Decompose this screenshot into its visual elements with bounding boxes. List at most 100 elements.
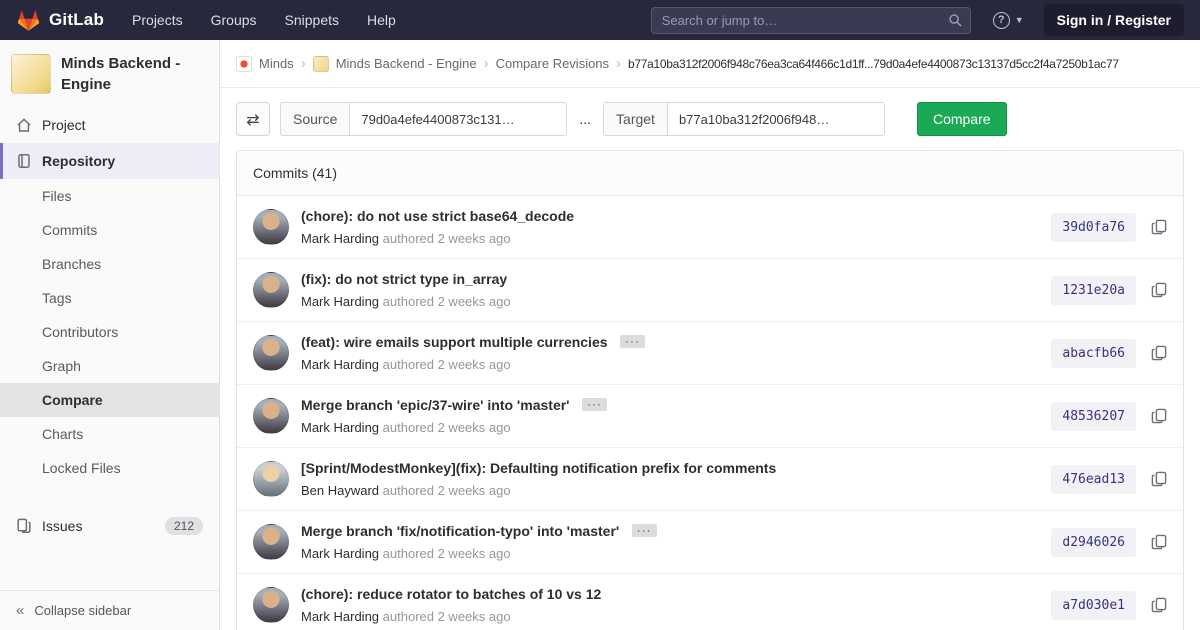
commit-expand-toggle[interactable]: ··· — [632, 524, 657, 537]
author-avatar — [253, 587, 289, 623]
nav-snippets-link[interactable]: Snippets — [285, 12, 339, 28]
search-input[interactable] — [651, 7, 971, 34]
target-label: Target — [603, 102, 667, 136]
sidebar-item-project[interactable]: Project — [0, 107, 219, 143]
global-search[interactable] — [651, 7, 971, 34]
sidebar-subitem-commits[interactable]: Commits — [0, 213, 219, 247]
commit-sha-link[interactable]: a7d030e1 — [1051, 591, 1136, 620]
sidebar-item-issues[interactable]: Issues 212 — [0, 507, 219, 545]
commit-sha-link[interactable]: 476ead13 — [1051, 465, 1136, 494]
copy-sha-button[interactable] — [1151, 282, 1167, 298]
gitlab-home-link[interactable]: GitLab — [16, 8, 104, 32]
sidebar-subitem-tags[interactable]: Tags — [0, 281, 219, 315]
commit-info: (chore): do not use strict base64_decode… — [301, 208, 1027, 246]
commit-title-link[interactable]: (feat): wire emails support multiple cur… — [301, 334, 608, 350]
breadcrumb: Minds › Minds Backend - Engine › Compare… — [220, 40, 1200, 88]
swap-revisions-button[interactable]: ⇄ — [236, 102, 270, 136]
commit-info: (fix): do not strict type in_array Mark … — [301, 271, 1027, 309]
target-ref-group: Target b77a10ba312f2006f948… — [603, 102, 885, 136]
commit-author-link[interactable]: Mark Harding — [301, 231, 379, 246]
sidebar-subitem-contributors[interactable]: Contributors — [0, 315, 219, 349]
sidebar-subitem-graph[interactable]: Graph — [0, 349, 219, 383]
commit-author-link[interactable]: Ben Hayward — [301, 483, 379, 498]
copy-icon — [1151, 408, 1167, 424]
commit-row: Merge branch 'epic/37-wire' into 'master… — [237, 385, 1183, 448]
commit-sha-link[interactable]: abacfb66 — [1051, 339, 1136, 368]
commit-author-link[interactable]: Mark Harding — [301, 294, 379, 309]
commit-sha-link[interactable]: d2946026 — [1051, 528, 1136, 557]
sidebar-nav: Project Repository Files Commits Branche… — [0, 107, 219, 590]
sidebar-item-repository[interactable]: Repository — [0, 143, 219, 179]
commit-sha-link[interactable]: 48536207 — [1051, 402, 1136, 431]
compare-button[interactable]: Compare — [917, 102, 1007, 136]
breadcrumb-group-link[interactable]: Minds — [259, 56, 294, 71]
source-label: Source — [280, 102, 349, 136]
project-avatar-small — [313, 56, 329, 72]
commit-title-link[interactable]: [Sprint/ModestMonkey](fix): Defaulting n… — [301, 460, 776, 476]
commit-info: Merge branch 'epic/37-wire' into 'master… — [301, 397, 1027, 435]
copy-sha-button[interactable] — [1151, 408, 1167, 424]
copy-sha-button[interactable] — [1151, 471, 1167, 487]
commit-author-link[interactable]: Mark Harding — [301, 546, 379, 561]
commit-row: (feat): wire emails support multiple cur… — [237, 322, 1183, 385]
project-context-link[interactable]: Minds Backend - Engine — [0, 40, 219, 107]
copy-sha-button[interactable] — [1151, 534, 1167, 550]
commit-sha-link[interactable]: 1231e20a — [1051, 276, 1136, 305]
gitlab-wordmark: GitLab — [49, 10, 104, 30]
copy-sha-button[interactable] — [1151, 219, 1167, 235]
copy-icon — [1151, 219, 1167, 235]
swap-icon: ⇄ — [246, 110, 259, 129]
commit-author-link[interactable]: Mark Harding — [301, 420, 379, 435]
sidebar-item-label: Project — [42, 117, 86, 133]
source-ref-dropdown[interactable]: 79d0a4efe4400873c131… — [349, 102, 567, 136]
sidebar-subitem-charts[interactable]: Charts — [0, 417, 219, 451]
commit-row: Merge branch 'fix/notification-typo' int… — [237, 511, 1183, 574]
collapse-icon: « — [16, 603, 24, 618]
sign-in-button[interactable]: Sign in / Register — [1044, 4, 1184, 36]
copy-icon — [1151, 534, 1167, 550]
commit-title-link[interactable]: (fix): do not strict type in_array — [301, 271, 507, 287]
sidebar-subitem-locked-files[interactable]: Locked Files — [0, 451, 219, 485]
project-avatar — [11, 54, 51, 94]
commit-author-link[interactable]: Mark Harding — [301, 609, 379, 624]
help-menu[interactable]: ? ▼ — [993, 12, 1024, 29]
main-content: Minds › Minds Backend - Engine › Compare… — [220, 40, 1200, 630]
commit-title-link[interactable]: Merge branch 'fix/notification-typo' int… — [301, 523, 619, 539]
breadcrumb-current-range: b77a10ba312f2006f948c76ea3ca64f466c1d1ff… — [628, 57, 1119, 71]
sidebar-subitem-branches[interactable]: Branches — [0, 247, 219, 281]
commit-time: authored 2 weeks ago — [383, 483, 511, 498]
commits-panel: Commits (41) (chore): do not use strict … — [236, 150, 1184, 630]
commit-expand-toggle[interactable]: ··· — [582, 398, 607, 411]
copy-sha-button[interactable] — [1151, 345, 1167, 361]
nav-groups-link[interactable]: Groups — [211, 12, 257, 28]
gitlab-tanuki-icon — [16, 8, 41, 32]
book-icon — [16, 153, 32, 169]
nav-projects-link[interactable]: Projects — [132, 12, 183, 28]
issues-count-badge: 212 — [165, 517, 203, 535]
target-ref-dropdown[interactable]: b77a10ba312f2006f948… — [667, 102, 885, 136]
commit-actions: 48536207 — [1051, 402, 1167, 431]
author-avatar — [253, 209, 289, 245]
commit-time: authored 2 weeks ago — [383, 231, 511, 246]
breadcrumb-project-link[interactable]: Minds Backend - Engine — [336, 56, 477, 71]
primary-nav: Projects Groups Snippets Help — [132, 12, 396, 28]
commit-title-link[interactable]: (chore): reduce rotator to batches of 10… — [301, 586, 601, 602]
commit-expand-toggle[interactable]: ··· — [620, 335, 645, 348]
commit-title-link[interactable]: Merge branch 'epic/37-wire' into 'master… — [301, 397, 570, 413]
breadcrumb-page-link[interactable]: Compare Revisions — [496, 56, 609, 71]
repository-subnav: Files Commits Branches Tags Contributors… — [0, 179, 219, 485]
commit-sha-link[interactable]: 39d0fa76 — [1051, 213, 1136, 242]
commit-title-link[interactable]: (chore): do not use strict base64_decode — [301, 208, 574, 224]
sidebar-subitem-files[interactable]: Files — [0, 179, 219, 213]
collapse-sidebar-button[interactable]: « Collapse sidebar — [0, 590, 219, 630]
copy-icon — [1151, 345, 1167, 361]
commit-info: (chore): reduce rotator to batches of 10… — [301, 586, 1027, 624]
nav-help-link[interactable]: Help — [367, 12, 396, 28]
group-avatar — [236, 56, 252, 72]
copy-sha-button[interactable] — [1151, 597, 1167, 613]
commit-time: authored 2 weeks ago — [383, 420, 511, 435]
source-ref-group: Source 79d0a4efe4400873c131… — [280, 102, 567, 136]
commit-author-link[interactable]: Mark Harding — [301, 357, 379, 372]
sidebar-subitem-compare[interactable]: Compare — [0, 383, 219, 417]
commit-row: (fix): do not strict type in_array Mark … — [237, 259, 1183, 322]
